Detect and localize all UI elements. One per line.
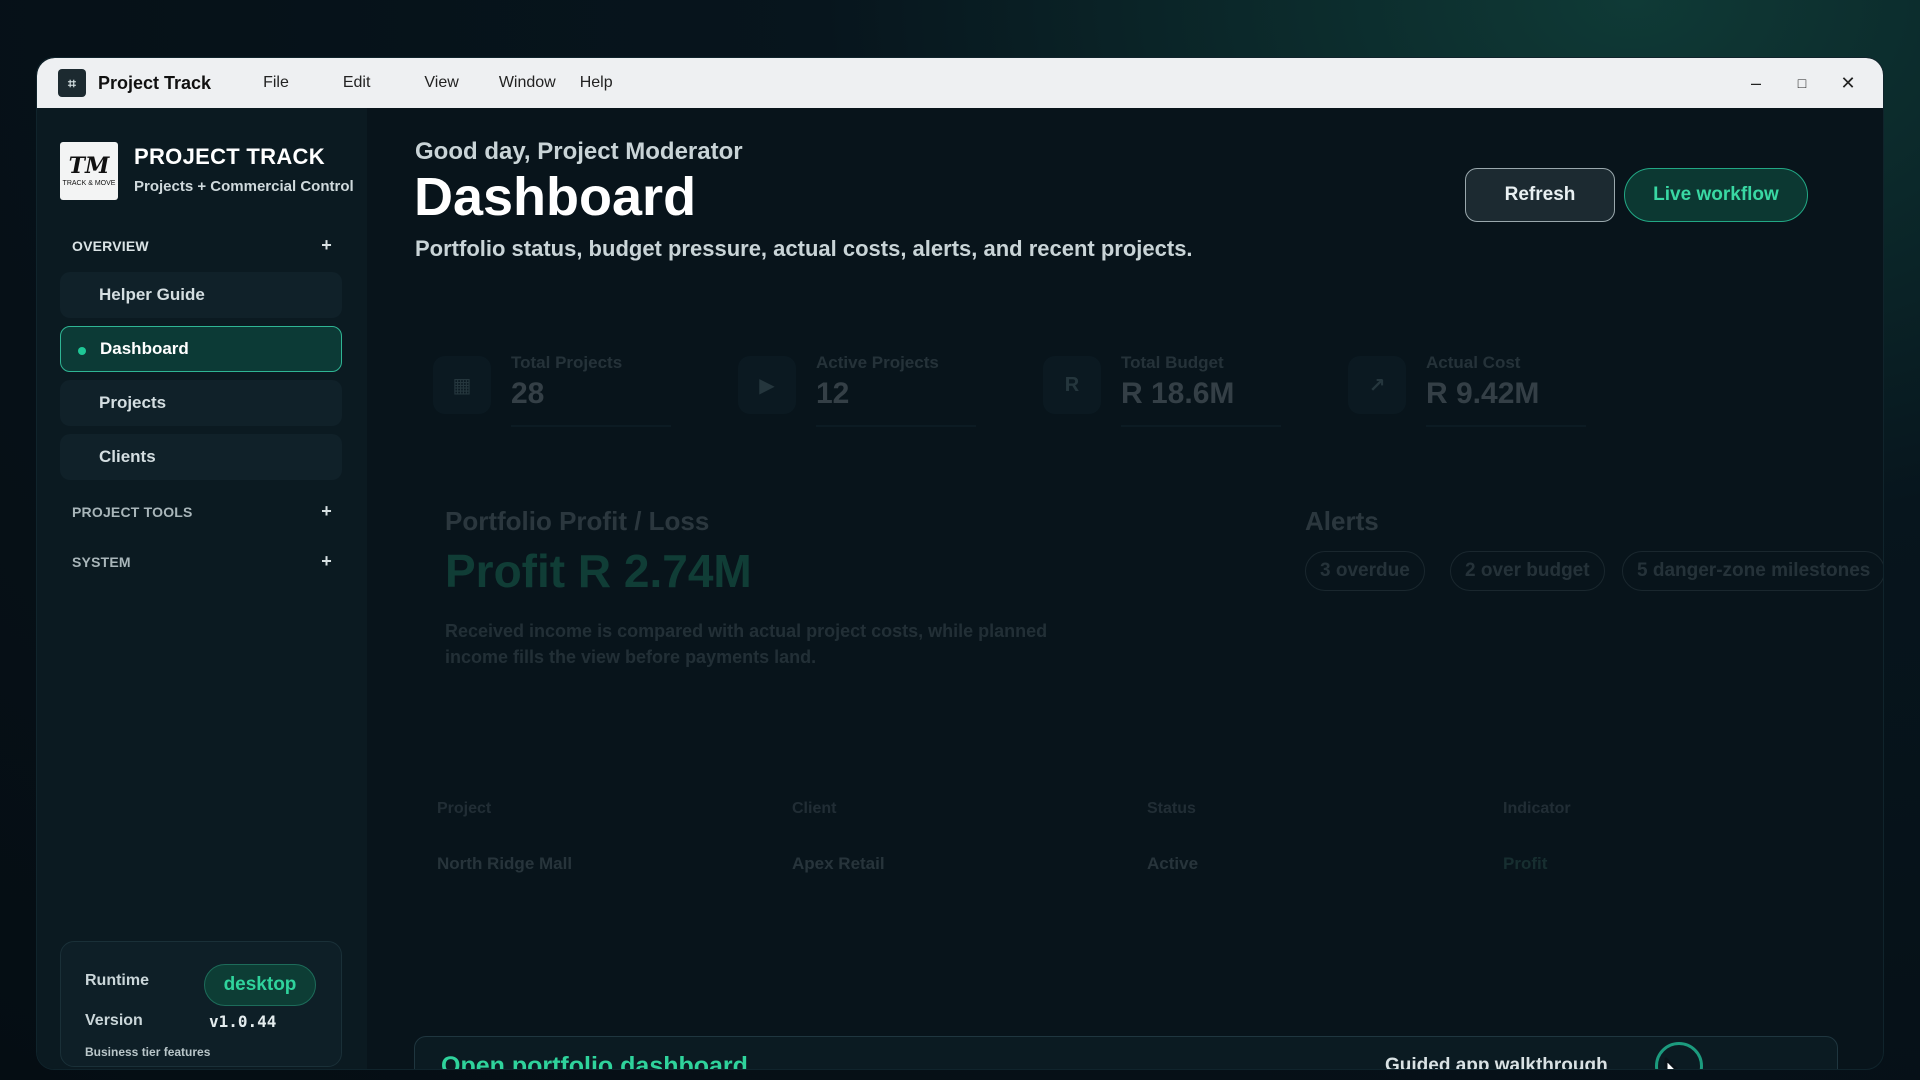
table-header-client: Client bbox=[792, 800, 837, 817]
profit-loss-value: Profit R 2.74M bbox=[445, 545, 752, 597]
guided-walkthrough-label: Guided app walkthrough bbox=[1385, 1055, 1608, 1070]
menu-window[interactable]: Window bbox=[487, 74, 568, 92]
profit-loss-description: Received income is compared with actual … bbox=[445, 621, 1048, 667]
section-project-tools[interactable]: PROJECT TOOLS + bbox=[72, 502, 332, 520]
brand-logo-sub: TRACK & MOVE bbox=[62, 180, 116, 187]
plus-icon[interactable]: + bbox=[321, 502, 332, 520]
menu-view[interactable]: View bbox=[412, 74, 470, 92]
stat-card-total-projects: ▦ Total Projects 28 bbox=[433, 353, 673, 433]
sidebar-item-clients[interactable]: Clients bbox=[60, 434, 342, 480]
brand-name: PROJECT TRACK bbox=[134, 144, 325, 169]
sidebar-item-projects[interactable]: Projects bbox=[60, 380, 342, 426]
alert-pill-over-budget[interactable]: 2 over budget bbox=[1450, 551, 1605, 591]
sidebar-item-helper-guide[interactable]: Helper Guide bbox=[60, 272, 342, 318]
section-system-label: SYSTEM bbox=[72, 554, 131, 570]
menu-bar: File Edit View Window Help bbox=[241, 74, 625, 92]
table-cell-client: Apex Retail bbox=[792, 854, 885, 873]
sidebar: TM TRACK & MOVE PROJECT TRACK Projects +… bbox=[37, 108, 367, 1069]
maximize-button[interactable]: □ bbox=[1779, 75, 1825, 91]
plus-icon[interactable]: + bbox=[321, 552, 332, 570]
table-cell-indicator: Profit bbox=[1503, 854, 1548, 873]
mouse-pointer-icon bbox=[1664, 1057, 1679, 1069]
stat-card-active-projects: ▶ Active Projects 12 bbox=[738, 353, 978, 433]
stat-label: Active Projects bbox=[816, 353, 939, 372]
app-window: ⌗ Project Track File Edit View Window He… bbox=[36, 57, 1884, 1070]
stat-label: Total Budget bbox=[1121, 353, 1224, 372]
stat-underline bbox=[816, 425, 976, 427]
version-value: v1.0.44 bbox=[209, 1012, 277, 1031]
sidebar-item-label: Helper Guide bbox=[99, 285, 205, 304]
app-logo-icon: ⌗ bbox=[58, 69, 86, 97]
section-overview-label: OVERVIEW bbox=[72, 238, 149, 254]
refresh-button[interactable]: Refresh bbox=[1465, 168, 1615, 222]
stat-value: 12 bbox=[816, 377, 850, 410]
active-dot-icon bbox=[78, 347, 86, 355]
section-overview[interactable]: OVERVIEW + bbox=[72, 236, 332, 254]
close-button[interactable]: ✕ bbox=[1825, 73, 1871, 94]
runtime-label: Runtime bbox=[85, 972, 149, 989]
alert-pill-danger-zone[interactable]: 5 danger-zone milestones bbox=[1622, 551, 1883, 591]
menu-help[interactable]: Help bbox=[568, 74, 625, 92]
sidebar-item-label: Dashboard bbox=[100, 339, 189, 358]
page-title: Dashboard bbox=[414, 167, 697, 227]
runtime-card: Runtime desktop Version v1.0.44 Business… bbox=[60, 941, 342, 1067]
runtime-badge: desktop bbox=[204, 964, 316, 1006]
stat-card-total-budget: R Total Budget R 18.6M bbox=[1043, 353, 1283, 433]
alerts-title: Alerts bbox=[1305, 506, 1379, 536]
stat-underline bbox=[1426, 425, 1586, 427]
stat-label: Total Projects bbox=[511, 353, 623, 372]
stat-label: Actual Cost bbox=[1426, 353, 1521, 372]
stat-value: R 18.6M bbox=[1121, 377, 1235, 410]
table-cell-status: Active bbox=[1147, 854, 1199, 873]
app-title: Project Track bbox=[98, 72, 212, 93]
section-system[interactable]: SYSTEM + bbox=[72, 552, 332, 570]
play-icon: ▶ bbox=[738, 356, 796, 414]
open-portfolio-dashboard-link[interactable]: Open portfolio dashboard bbox=[441, 1052, 748, 1069]
brand-logo: TM TRACK & MOVE bbox=[60, 142, 118, 200]
tier-note: Business tier features bbox=[85, 1045, 211, 1059]
sidebar-item-label: Clients bbox=[99, 447, 156, 466]
table-header-project: Project bbox=[437, 800, 492, 817]
live-workflow-button[interactable]: Live workflow bbox=[1624, 168, 1808, 222]
table-header-status: Status bbox=[1147, 800, 1196, 817]
grid-icon: ▦ bbox=[433, 356, 491, 414]
trend-arrow-icon: ↗ bbox=[1348, 356, 1406, 414]
stat-value: 28 bbox=[511, 377, 545, 410]
stat-underline bbox=[511, 425, 671, 427]
stat-card-actual-cost: ↗ Actual Cost R 9.42M bbox=[1348, 353, 1588, 433]
stat-underline bbox=[1121, 425, 1281, 427]
sidebar-item-label: Projects bbox=[99, 393, 167, 412]
page-subtitle: Portfolio status, budget pressure, actua… bbox=[415, 236, 1193, 261]
walkthrough-bar: Open portfolio dashboard Guided app walk… bbox=[414, 1036, 1838, 1070]
menu-file[interactable]: File bbox=[251, 74, 301, 92]
greeting: Good day, Project Moderator bbox=[415, 138, 743, 165]
brand-tagline: Projects + Commercial Control bbox=[134, 178, 354, 195]
menu-edit[interactable]: Edit bbox=[331, 74, 383, 92]
plus-icon[interactable]: + bbox=[321, 236, 332, 254]
rand-icon: R bbox=[1043, 356, 1101, 414]
section-project-tools-label: PROJECT TOOLS bbox=[72, 504, 193, 520]
main-content: Good day, Project Moderator Dashboard Po… bbox=[367, 108, 1883, 1070]
sidebar-item-dashboard[interactable]: Dashboard bbox=[60, 326, 342, 372]
profit-loss-title: Portfolio Profit / Loss bbox=[445, 506, 710, 536]
titlebar: ⌗ Project Track File Edit View Window He… bbox=[37, 58, 1883, 108]
alert-pill-overdue[interactable]: 3 overdue bbox=[1305, 551, 1425, 591]
window-controls: – □ ✕ bbox=[1733, 58, 1871, 108]
stat-value: R 9.42M bbox=[1426, 377, 1540, 410]
minimize-button[interactable]: – bbox=[1733, 73, 1779, 94]
table-cell-project[interactable]: North Ridge Mall bbox=[437, 854, 572, 874]
table-header-indicator: Indicator bbox=[1503, 800, 1571, 817]
version-label: Version bbox=[85, 1012, 143, 1029]
brand: TM TRACK & MOVE PROJECT TRACK Projects +… bbox=[60, 142, 354, 200]
brand-logo-mark: TM bbox=[68, 153, 110, 179]
